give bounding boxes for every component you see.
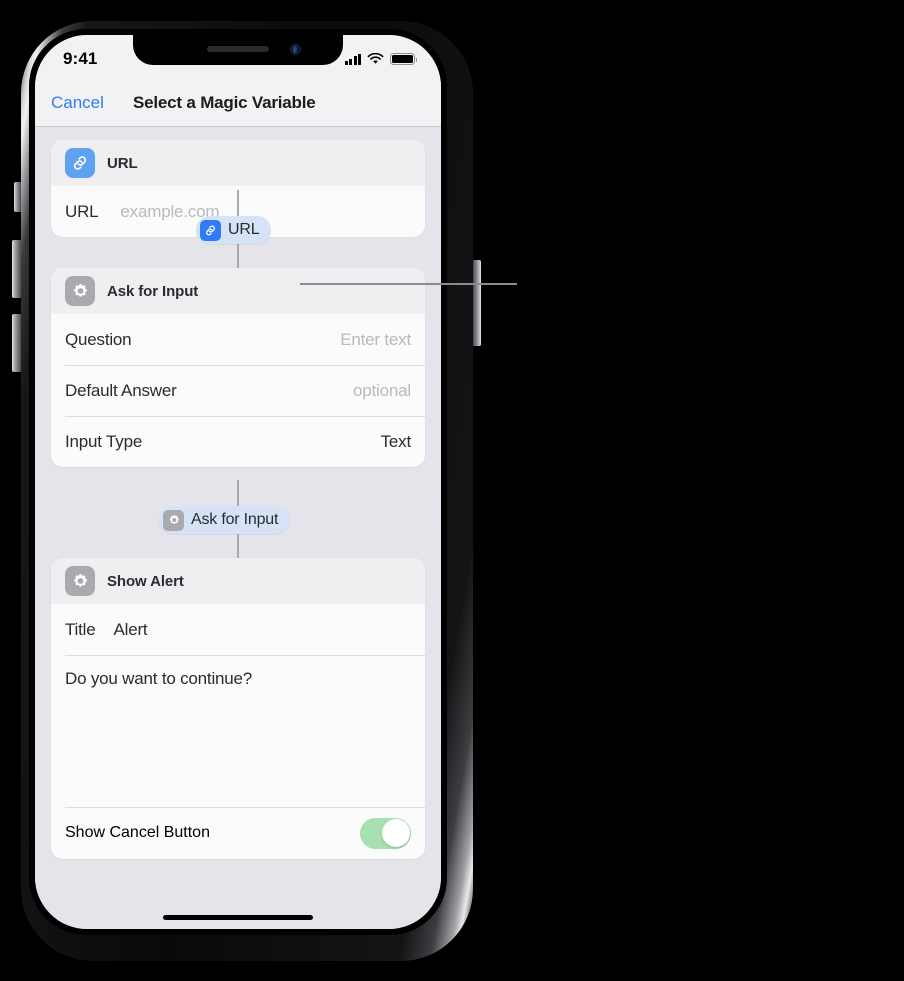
alert-message-textarea[interactable]: Do you want to continue? xyxy=(51,655,425,807)
iphone-device-frame: 9:41 Cancel Select a Magic Variable URL … xyxy=(12,12,482,970)
device-notch xyxy=(133,35,343,65)
toggle-knob xyxy=(381,819,410,847)
action-card-header: Ask for Input xyxy=(51,268,425,314)
signal-bars-icon xyxy=(344,53,361,65)
variable-pill-label: URL xyxy=(228,221,260,238)
field-row-title[interactable]: Title Alert xyxy=(51,604,425,655)
action-title: Ask for Input xyxy=(107,282,199,300)
cancel-button[interactable]: Cancel xyxy=(51,93,104,113)
field-row-question[interactable]: Question Enter text xyxy=(51,314,425,365)
navigation-bar: Cancel Select a Magic Variable xyxy=(35,79,441,127)
question-input-placeholder[interactable]: Enter text xyxy=(340,330,411,350)
ask-for-input-variable-pill[interactable]: Ask for Input xyxy=(159,506,291,534)
alert-title-value[interactable]: Alert xyxy=(114,620,148,640)
action-card-ask-for-input[interactable]: Ask for Input Question Enter text Defaul… xyxy=(51,268,425,467)
home-indicator[interactable] xyxy=(163,915,313,920)
action-card-show-alert[interactable]: Show Alert Title Alert Do you want to co… xyxy=(51,558,425,859)
connector-url-to-pill xyxy=(237,190,239,216)
device-screen: 9:41 Cancel Select a Magic Variable URL … xyxy=(35,35,441,929)
variable-pill-label: Ask for Input xyxy=(191,511,279,528)
action-title: Show Alert xyxy=(107,572,184,590)
status-indicators xyxy=(344,53,418,65)
callout-line-url-variable xyxy=(300,283,517,285)
field-row-input-type[interactable]: Input Type Text xyxy=(51,416,425,467)
show-cancel-button-toggle[interactable] xyxy=(360,817,411,849)
volume-down-button[interactable] xyxy=(12,314,21,372)
connector-pill-to-ask xyxy=(237,242,239,268)
action-card-header: Show Alert xyxy=(51,558,425,604)
status-time: 9:41 xyxy=(63,49,98,68)
wifi-icon xyxy=(367,53,384,64)
gear-icon xyxy=(65,276,95,306)
page-title: Select a Magic Variable xyxy=(133,92,316,112)
connector-ask-to-pill xyxy=(237,480,239,506)
volume-up-button[interactable] xyxy=(12,240,21,298)
gear-icon xyxy=(163,509,184,531)
gear-icon xyxy=(65,566,95,596)
field-label: URL xyxy=(65,201,99,221)
action-card-header: URL xyxy=(51,140,425,186)
side-power-button[interactable] xyxy=(473,260,481,346)
field-row-default-answer[interactable]: Default Answer optional xyxy=(51,365,425,416)
default-answer-input-placeholder[interactable]: optional xyxy=(353,381,411,401)
field-label: Show Cancel Button xyxy=(65,824,210,841)
link-icon xyxy=(65,148,95,178)
link-icon xyxy=(200,219,221,241)
shortcut-actions-list[interactable]: URL URL example.com URL Ask for Input Qu… xyxy=(35,126,441,929)
url-variable-pill[interactable]: URL xyxy=(196,216,272,244)
earpiece-speaker xyxy=(207,46,269,52)
alert-message-text: Do you want to continue? xyxy=(65,669,253,688)
action-title: URL xyxy=(107,154,138,172)
field-row-show-cancel-button[interactable]: Show Cancel Button xyxy=(51,807,425,859)
input-type-value[interactable]: Text xyxy=(381,432,412,452)
field-label: Input Type xyxy=(65,431,143,451)
field-label: Default Answer xyxy=(65,380,177,400)
battery-icon xyxy=(390,53,418,65)
field-label: Question xyxy=(65,329,132,349)
connector-pill-to-alert xyxy=(237,532,239,558)
silent-switch-button[interactable] xyxy=(14,182,21,212)
front-camera-icon xyxy=(290,44,301,55)
field-label: Title xyxy=(65,619,96,639)
